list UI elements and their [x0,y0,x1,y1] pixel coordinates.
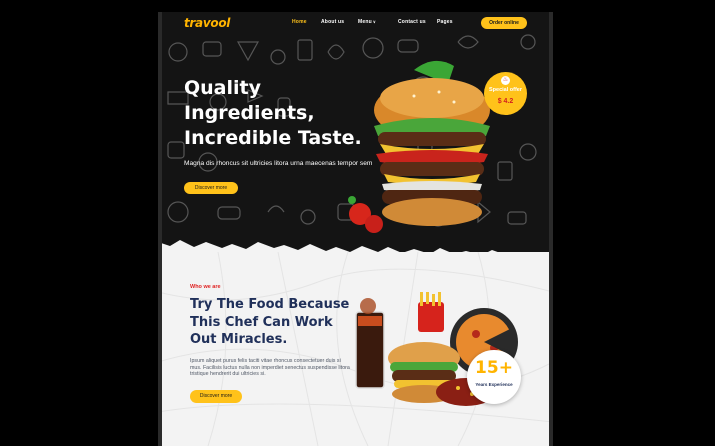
experience-number: 15+ [475,358,513,378]
nav-pages[interactable]: Pages [437,19,453,25]
hero-discover-button[interactable]: Discover more [184,182,238,194]
experience-label: Years Experience [475,382,513,387]
section-eyebrow: Who we are [190,284,221,290]
about-headline-line: Try The Food Because [190,297,350,312]
about-section: Who we are Try The Food Because This Che… [158,252,553,446]
frame-edge-right [549,12,553,446]
offer-label: Special offer [488,87,522,93]
about-headline-line: This Chef Can Work [190,314,333,330]
about-paragraph: Ipsum aliquet purus felis taciti vitae r… [190,358,350,378]
flame-icon: ♨ [501,76,510,85]
about-discover-button[interactable]: Discover more [190,390,242,403]
nav-about[interactable]: About us [321,19,344,25]
frame-edge-left [158,12,162,446]
torn-paper-divider [158,240,498,252]
offer-price: $ 4.2 [497,98,514,105]
special-offer-badge[interactable]: ♨ Special offer $ 4.2 [484,72,527,115]
order-online-button[interactable]: Order online [481,17,527,29]
nav-menu-label: Menu [358,19,372,25]
nav-contact[interactable]: Contact us [398,19,426,25]
about-headline: Try The Food Because This Chef Can Work … [190,296,365,349]
about-headline-line: Out Miracles. [190,332,288,347]
hero-section: travool Home About us Menu∨ Contact us P… [158,12,553,252]
top-nav: travool Home About us Menu∨ Contact us P… [158,12,553,34]
experience-badge: 15+ Years Experience [467,350,521,404]
nav-home[interactable]: Home [292,19,307,25]
chevron-down-icon: ∨ [372,19,376,24]
brand-logo[interactable]: travool [184,16,230,30]
nav-menu[interactable]: Menu∨ [358,19,376,25]
page-frame: travool Home About us Menu∨ Contact us P… [158,12,553,446]
